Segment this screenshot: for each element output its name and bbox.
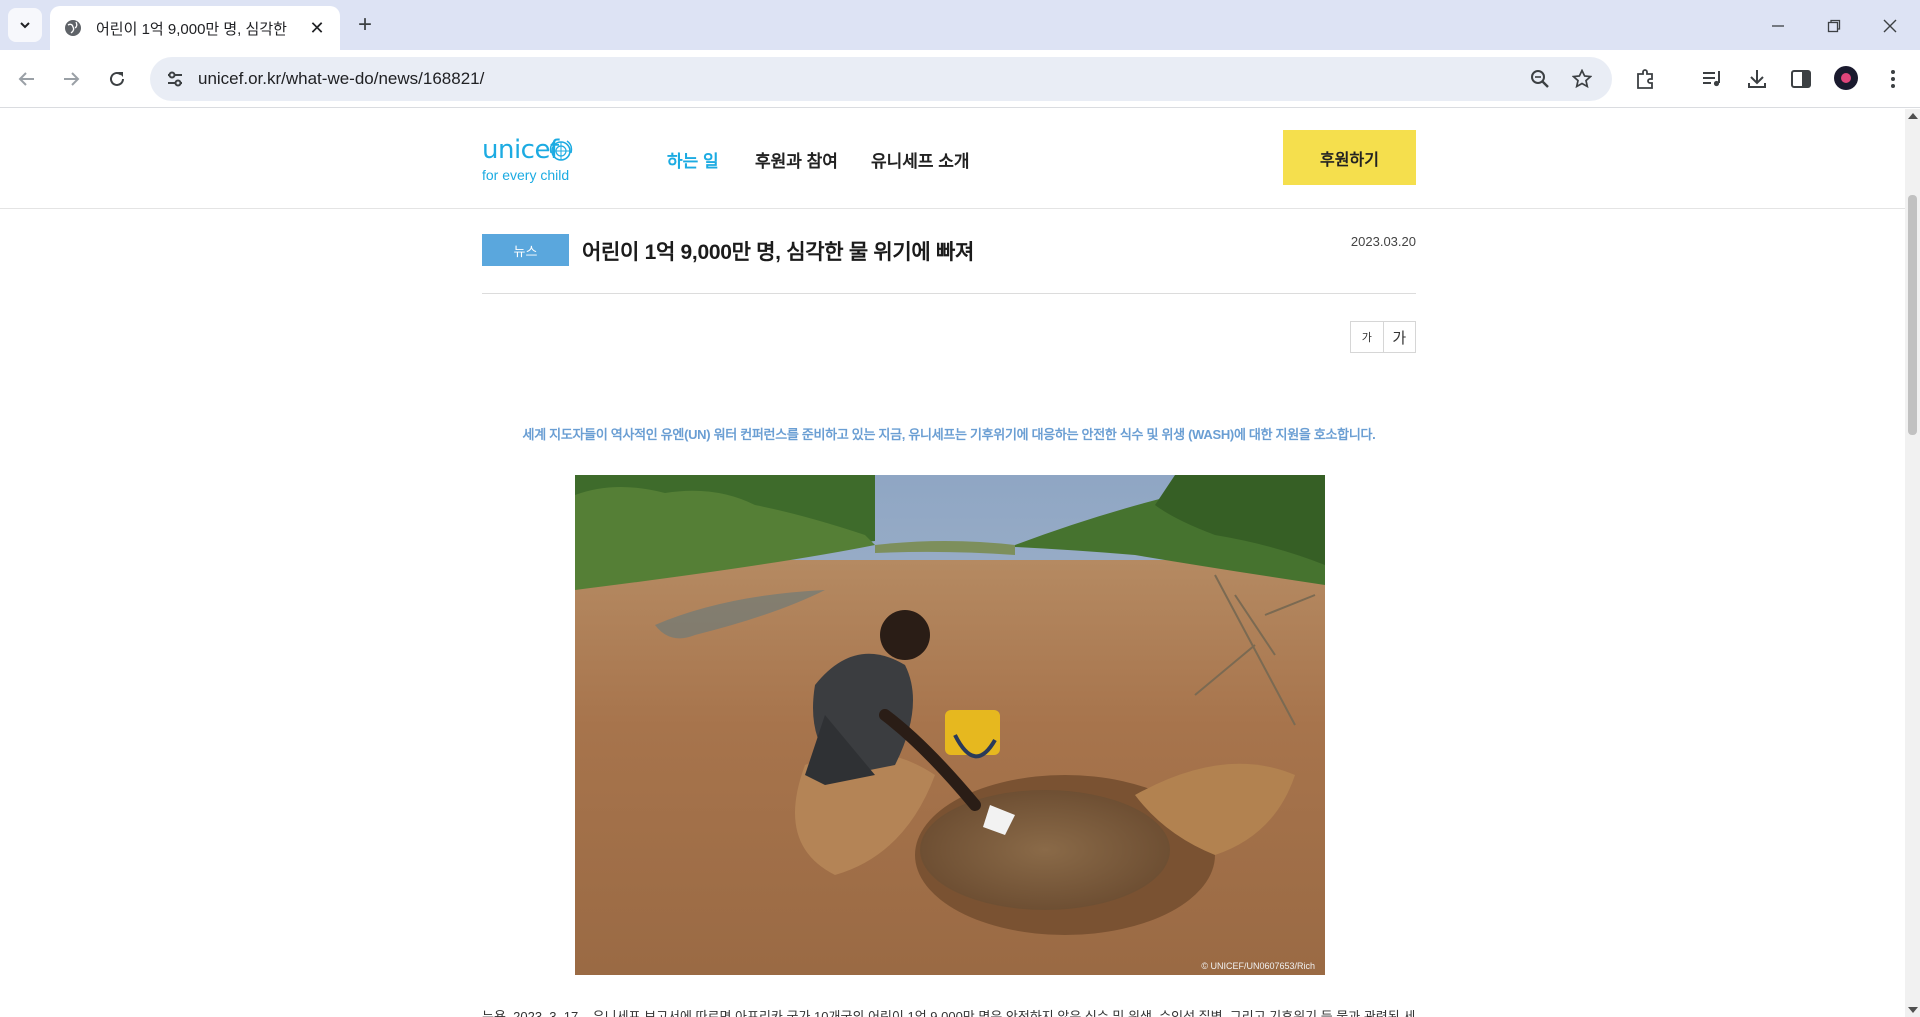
browser-toolbar: unicef.or.kr/what-we-do/news/168821/ bbox=[0, 50, 1920, 108]
article-lead: 세계 지도자들이 역사적인 유엔(UN) 워터 컨퍼런스를 준비하고 있는 지금… bbox=[522, 427, 1376, 442]
close-tab-icon[interactable]: ✕ bbox=[308, 18, 326, 38]
category-badge: 뉴스 bbox=[482, 234, 569, 266]
download-icon[interactable] bbox=[1744, 66, 1770, 92]
font-size-control: 가 가 bbox=[1350, 321, 1416, 353]
globe-icon bbox=[65, 20, 81, 36]
scrollbar-thumb[interactable] bbox=[1908, 195, 1917, 435]
tab-title: 어린이 1억 9,000만 명, 심각한 bbox=[96, 20, 287, 38]
nav-support-participate[interactable]: 후원과 참여 bbox=[755, 147, 838, 172]
article-body-first-line: 뉴욕, 2023. 3. 17 – 유니세프 보고서에 따르면 아프리카 국가 … bbox=[482, 1009, 1416, 1017]
photo-credit: © UNICEF/UN0607653/Rich bbox=[1201, 961, 1315, 971]
tab-search-button[interactable] bbox=[8, 8, 42, 42]
scroll-up-icon[interactable] bbox=[1908, 113, 1918, 119]
side-panel-icon[interactable] bbox=[1788, 66, 1814, 92]
web-page: unicef for every child 하는 일 후원과 참여 유니세프 … bbox=[0, 109, 1905, 1017]
article-title: 어린이 1억 9,000만 명, 심각한 물 위기에 빠져 bbox=[582, 241, 975, 264]
site-info-icon[interactable] bbox=[164, 68, 186, 90]
menu-dots-icon[interactable] bbox=[1880, 66, 1906, 92]
profile-avatar[interactable] bbox=[1834, 66, 1858, 90]
article-date: 2023.03.20 bbox=[1350, 234, 1416, 249]
media-controls-icon[interactable] bbox=[1699, 66, 1725, 92]
logo-tagline: for every child bbox=[482, 167, 570, 183]
close-window-icon[interactable] bbox=[1878, 14, 1902, 38]
unicef-emblem-icon bbox=[549, 140, 573, 161]
chevron-down-icon bbox=[20, 22, 30, 29]
forward-icon[interactable] bbox=[58, 66, 84, 92]
new-tab-button[interactable]: + bbox=[352, 11, 378, 38]
nav-about-unicef[interactable]: 유니세프 소개 bbox=[871, 147, 970, 172]
font-decrease-button[interactable]: 가 bbox=[1351, 322, 1384, 352]
url-text[interactable]: unicef.or.kr/what-we-do/news/168821/ bbox=[198, 69, 1528, 89]
browser-tab[interactable]: 어린이 1억 9,000만 명, 심각한 ✕ bbox=[50, 6, 340, 50]
header-divider bbox=[482, 293, 1416, 294]
site-header: unicef for every child 하는 일 후원과 참여 유니세프 … bbox=[0, 109, 1905, 209]
scroll-down-icon[interactable] bbox=[1908, 1007, 1918, 1013]
bookmark-star-icon[interactable] bbox=[1570, 67, 1594, 91]
address-bar[interactable]: unicef.or.kr/what-we-do/news/168821/ bbox=[150, 57, 1612, 101]
restore-icon[interactable] bbox=[1822, 14, 1846, 38]
page-scrollbar[interactable] bbox=[1905, 109, 1920, 1017]
child-drawing-water-image bbox=[575, 475, 1325, 975]
extensions-icon[interactable] bbox=[1633, 66, 1659, 92]
minimize-icon[interactable] bbox=[1766, 14, 1790, 38]
browser-tab-bar: 어린이 1억 9,000만 명, 심각한 ✕ + bbox=[0, 0, 1920, 50]
nav-what-we-do[interactable]: 하는 일 bbox=[667, 147, 719, 172]
article-photo: © UNICEF/UN0607653/Rich bbox=[575, 475, 1325, 975]
font-increase-button[interactable]: 가 bbox=[1384, 322, 1416, 352]
back-icon[interactable] bbox=[14, 66, 40, 92]
zoom-icon[interactable] bbox=[1528, 67, 1552, 91]
donate-button[interactable]: 후원하기 bbox=[1283, 130, 1416, 185]
reload-icon[interactable] bbox=[104, 66, 130, 92]
unicef-logo[interactable]: unicef for every child bbox=[482, 135, 582, 187]
